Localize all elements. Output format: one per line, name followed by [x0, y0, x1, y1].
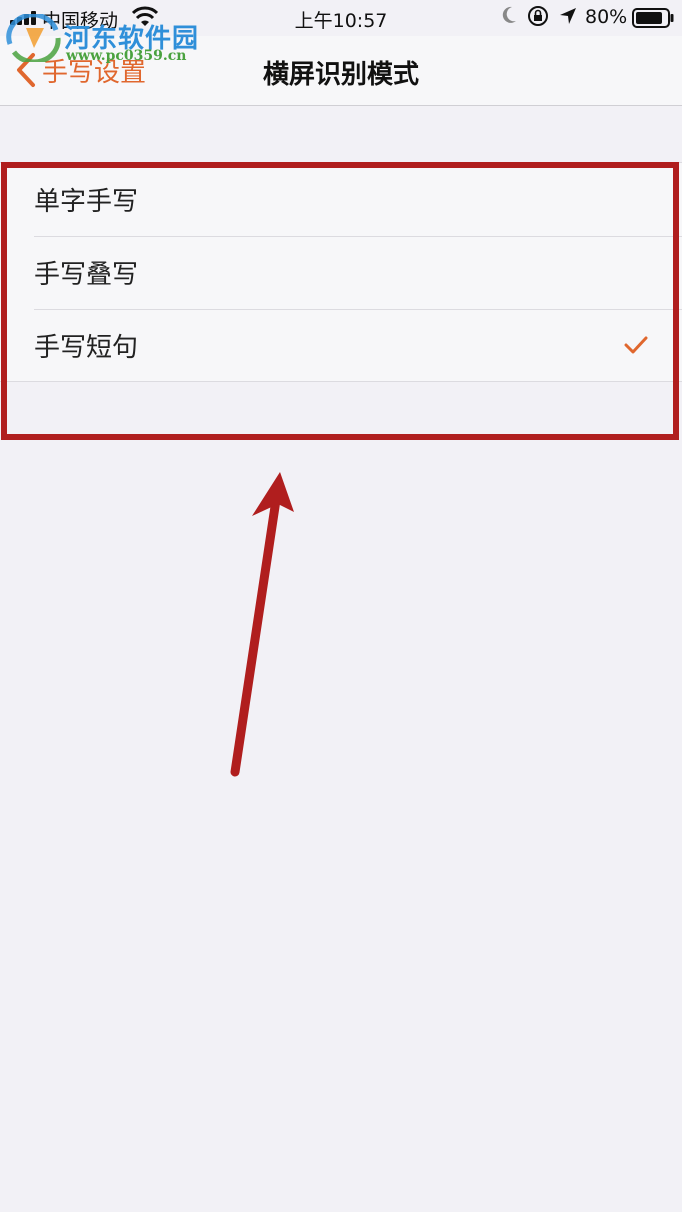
option-label: 手写短句 [34, 332, 139, 363]
location-icon [560, 8, 576, 24]
screen: 中国移动 上午10:57 80% 手写设置 横屏识别模式 河东软件园 www.p… [0, 0, 682, 1212]
option-label: 手写叠写 [34, 260, 139, 290]
option-single-character[interactable]: 单字手写 [0, 163, 682, 236]
watermark-url: www.pc0359.cn [66, 48, 187, 64]
battery-percentage: 80% [585, 6, 628, 28]
option-short-sentence[interactable]: 手写短句 [0, 309, 682, 382]
checkmark-icon [624, 336, 648, 354]
option-overlap-writing[interactable]: 手写叠写 [0, 236, 682, 309]
watermark: 河东软件园 www.pc0359.cn [4, 10, 209, 64]
do-not-disturb-icon [502, 6, 516, 23]
watermark-logo [6, 14, 61, 62]
battery-icon [632, 8, 674, 28]
option-label: 单字手写 [34, 187, 139, 217]
recognition-mode-list: 单字手写 手写叠写 手写短句 [0, 162, 682, 382]
annotation-arrow [230, 472, 294, 777]
orientation-lock-icon [528, 6, 548, 26]
